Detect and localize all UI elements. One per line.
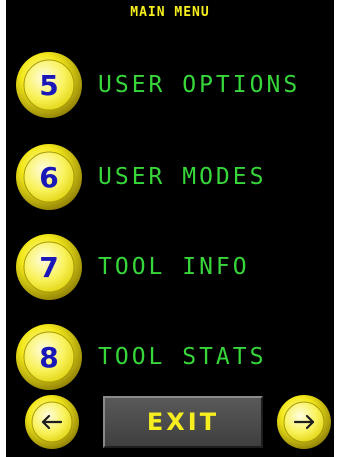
main-menu-screen: MAIN MENU 5 USER OPTIONS 6 USER MODES 7 … <box>6 0 334 457</box>
arrow-left-icon <box>25 395 79 449</box>
exit-button[interactable]: EXIT <box>103 396 263 448</box>
menu-item-user-options[interactable]: 5 USER OPTIONS <box>14 50 332 120</box>
round-button-icon <box>16 324 82 390</box>
round-button-icon <box>16 52 82 118</box>
forward-button[interactable] <box>276 394 332 450</box>
arrow-right-icon <box>277 395 331 449</box>
menu-item-label: TOOL INFO <box>98 254 250 280</box>
menu-item-label: USER MODES <box>98 164 267 190</box>
menu-item-label: USER OPTIONS <box>98 72 301 98</box>
menu-item-tool-info[interactable]: 7 TOOL INFO <box>14 232 332 302</box>
page-title: MAIN MENU <box>130 5 210 20</box>
round-button-icon <box>16 144 82 210</box>
round-button-icon <box>16 234 82 300</box>
back-button[interactable] <box>24 394 80 450</box>
menu-item-label: TOOL STATS <box>98 344 267 370</box>
menu-item-tool-stats[interactable]: 8 TOOL STATS <box>14 322 332 392</box>
menu-item-user-modes[interactable]: 6 USER MODES <box>14 142 332 212</box>
